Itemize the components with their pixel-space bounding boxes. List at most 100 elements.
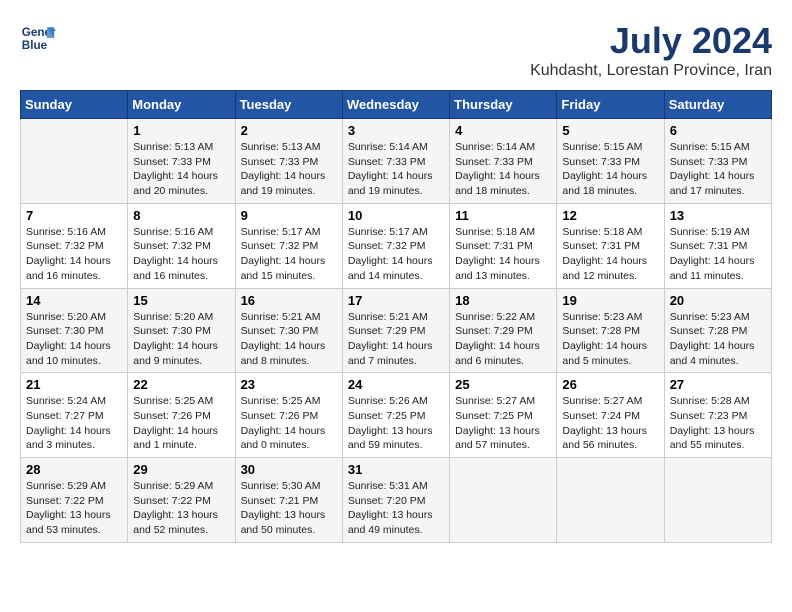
week-row-1: 1 Sunrise: 5:13 AM Sunset: 7:33 PM Daylig… bbox=[21, 119, 772, 204]
day-number: 28 bbox=[26, 462, 122, 477]
day-info: Sunrise: 5:25 AM Sunset: 7:26 PM Dayligh… bbox=[241, 394, 337, 453]
calendar-cell: 4 Sunrise: 5:14 AM Sunset: 7:33 PM Daylig… bbox=[450, 119, 557, 204]
day-number: 14 bbox=[26, 293, 122, 308]
calendar-cell: 8 Sunrise: 5:16 AM Sunset: 7:32 PM Daylig… bbox=[128, 203, 235, 288]
calendar-cell: 28 Sunrise: 5:29 AM Sunset: 7:22 PM Dayli… bbox=[21, 458, 128, 543]
calendar-cell: 11 Sunrise: 5:18 AM Sunset: 7:31 PM Dayli… bbox=[450, 203, 557, 288]
week-row-5: 28 Sunrise: 5:29 AM Sunset: 7:22 PM Dayli… bbox=[21, 458, 772, 543]
day-info: Sunrise: 5:27 AM Sunset: 7:24 PM Dayligh… bbox=[562, 394, 658, 453]
day-number: 6 bbox=[670, 123, 766, 138]
day-number: 1 bbox=[133, 123, 229, 138]
calendar-cell: 12Sunrise: 5:18 AM Sunset: 7:31 PM Dayli… bbox=[557, 203, 664, 288]
header: General Blue July 2024 Kuhdasht, Loresta… bbox=[20, 20, 772, 80]
day-info: Sunrise: 5:20 AM Sunset: 7:30 PM Dayligh… bbox=[133, 310, 229, 369]
week-row-3: 14 Sunrise: 5:20 AM Sunset: 7:30 PM Dayli… bbox=[21, 288, 772, 373]
calendar-cell: 29 Sunrise: 5:29 AM Sunset: 7:22 PM Dayli… bbox=[128, 458, 235, 543]
day-info: Sunrise: 5:21 AM Sunset: 7:29 PM Dayligh… bbox=[348, 310, 444, 369]
day-number: 23 bbox=[241, 377, 337, 392]
day-info: Sunrise: 5:30 AM Sunset: 7:21 PM Dayligh… bbox=[241, 479, 337, 538]
day-info: Sunrise: 5:28 AM Sunset: 7:23 PM Dayligh… bbox=[670, 394, 766, 453]
day-header-wednesday: Wednesday bbox=[342, 91, 449, 119]
day-info: Sunrise: 5:20 AM Sunset: 7:30 PM Dayligh… bbox=[26, 310, 122, 369]
day-number: 26 bbox=[562, 377, 658, 392]
calendar-cell bbox=[450, 458, 557, 543]
calendar-cell: 1 Sunrise: 5:13 AM Sunset: 7:33 PM Daylig… bbox=[128, 119, 235, 204]
day-header-sunday: Sunday bbox=[21, 91, 128, 119]
calendar-cell: 7 Sunrise: 5:16 AM Sunset: 7:32 PM Daylig… bbox=[21, 203, 128, 288]
day-info: Sunrise: 5:15 AM Sunset: 7:33 PM Dayligh… bbox=[670, 140, 766, 199]
day-header-saturday: Saturday bbox=[664, 91, 771, 119]
day-number: 20 bbox=[670, 293, 766, 308]
day-number: 22 bbox=[133, 377, 229, 392]
calendar-cell: 20 Sunrise: 5:23 AM Sunset: 7:28 PM Dayli… bbox=[664, 288, 771, 373]
subtitle: Kuhdasht, Lorestan Province, Iran bbox=[530, 62, 772, 80]
day-number: 17 bbox=[348, 293, 444, 308]
day-info: Sunrise: 5:23 AM Sunset: 7:28 PM Dayligh… bbox=[670, 310, 766, 369]
day-number: 11 bbox=[455, 208, 551, 223]
calendar-cell bbox=[664, 458, 771, 543]
day-number: 13 bbox=[670, 208, 766, 223]
week-row-2: 7 Sunrise: 5:16 AM Sunset: 7:32 PM Daylig… bbox=[21, 203, 772, 288]
logo: General Blue bbox=[20, 20, 56, 56]
day-info: Sunrise: 5:14 AM Sunset: 7:33 PM Dayligh… bbox=[348, 140, 444, 199]
day-number: 27 bbox=[670, 377, 766, 392]
day-header-monday: Monday bbox=[128, 91, 235, 119]
calendar-cell: 10 Sunrise: 5:17 AM Sunset: 7:32 PM Dayli… bbox=[342, 203, 449, 288]
calendar-cell: 3Sunrise: 5:14 AM Sunset: 7:33 PM Daylig… bbox=[342, 119, 449, 204]
calendar-cell: 5 Sunrise: 5:15 AM Sunset: 7:33 PM Daylig… bbox=[557, 119, 664, 204]
day-info: Sunrise: 5:27 AM Sunset: 7:25 PM Dayligh… bbox=[455, 394, 551, 453]
calendar-cell: 21Sunrise: 5:24 AM Sunset: 7:27 PM Dayli… bbox=[21, 373, 128, 458]
day-info: Sunrise: 5:31 AM Sunset: 7:20 PM Dayligh… bbox=[348, 479, 444, 538]
calendar-table: SundayMondayTuesdayWednesdayThursdayFrid… bbox=[20, 90, 772, 543]
day-number: 10 bbox=[348, 208, 444, 223]
day-number: 2 bbox=[241, 123, 337, 138]
logo-icon: General Blue bbox=[20, 20, 56, 56]
day-number: 5 bbox=[562, 123, 658, 138]
day-number: 29 bbox=[133, 462, 229, 477]
day-info: Sunrise: 5:25 AM Sunset: 7:26 PM Dayligh… bbox=[133, 394, 229, 453]
day-number: 7 bbox=[26, 208, 122, 223]
calendar-cell: 26 Sunrise: 5:27 AM Sunset: 7:24 PM Dayli… bbox=[557, 373, 664, 458]
week-row-4: 21Sunrise: 5:24 AM Sunset: 7:27 PM Dayli… bbox=[21, 373, 772, 458]
calendar-cell: 22 Sunrise: 5:25 AM Sunset: 7:26 PM Dayli… bbox=[128, 373, 235, 458]
day-info: Sunrise: 5:26 AM Sunset: 7:25 PM Dayligh… bbox=[348, 394, 444, 453]
day-header-tuesday: Tuesday bbox=[235, 91, 342, 119]
day-number: 25 bbox=[455, 377, 551, 392]
calendar-cell: 27 Sunrise: 5:28 AM Sunset: 7:23 PM Dayli… bbox=[664, 373, 771, 458]
day-info: Sunrise: 5:17 AM Sunset: 7:32 PM Dayligh… bbox=[241, 225, 337, 284]
day-info: Sunrise: 5:29 AM Sunset: 7:22 PM Dayligh… bbox=[133, 479, 229, 538]
day-info: Sunrise: 5:15 AM Sunset: 7:33 PM Dayligh… bbox=[562, 140, 658, 199]
calendar-cell: 23 Sunrise: 5:25 AM Sunset: 7:26 PM Dayli… bbox=[235, 373, 342, 458]
title-area: July 2024 Kuhdasht, Lorestan Province, I… bbox=[530, 20, 772, 80]
day-info: Sunrise: 5:29 AM Sunset: 7:22 PM Dayligh… bbox=[26, 479, 122, 538]
day-number: 31 bbox=[348, 462, 444, 477]
calendar-cell: 25 Sunrise: 5:27 AM Sunset: 7:25 PM Dayli… bbox=[450, 373, 557, 458]
day-info: Sunrise: 5:19 AM Sunset: 7:31 PM Dayligh… bbox=[670, 225, 766, 284]
day-number: 8 bbox=[133, 208, 229, 223]
day-number: 15 bbox=[133, 293, 229, 308]
day-info: Sunrise: 5:24 AM Sunset: 7:27 PM Dayligh… bbox=[26, 394, 122, 453]
calendar-cell bbox=[21, 119, 128, 204]
day-number: 24 bbox=[348, 377, 444, 392]
calendar-cell: 2 Sunrise: 5:13 AM Sunset: 7:33 PM Daylig… bbox=[235, 119, 342, 204]
day-info: Sunrise: 5:13 AM Sunset: 7:33 PM Dayligh… bbox=[133, 140, 229, 199]
calendar-cell: 17 Sunrise: 5:21 AM Sunset: 7:29 PM Dayli… bbox=[342, 288, 449, 373]
day-number: 30 bbox=[241, 462, 337, 477]
day-info: Sunrise: 5:16 AM Sunset: 7:32 PM Dayligh… bbox=[133, 225, 229, 284]
calendar-cell: 15 Sunrise: 5:20 AM Sunset: 7:30 PM Dayli… bbox=[128, 288, 235, 373]
svg-text:Blue: Blue bbox=[22, 39, 48, 52]
calendar-cell: 13 Sunrise: 5:19 AM Sunset: 7:31 PM Dayli… bbox=[664, 203, 771, 288]
day-info: Sunrise: 5:13 AM Sunset: 7:33 PM Dayligh… bbox=[241, 140, 337, 199]
calendar-cell: 6 Sunrise: 5:15 AM Sunset: 7:33 PM Daylig… bbox=[664, 119, 771, 204]
calendar-cell: 18Sunrise: 5:22 AM Sunset: 7:29 PM Dayli… bbox=[450, 288, 557, 373]
day-info: Sunrise: 5:17 AM Sunset: 7:32 PM Dayligh… bbox=[348, 225, 444, 284]
calendar-cell: 19Sunrise: 5:23 AM Sunset: 7:28 PM Dayli… bbox=[557, 288, 664, 373]
day-number: 4 bbox=[455, 123, 551, 138]
calendar-cell: 24 Sunrise: 5:26 AM Sunset: 7:25 PM Dayli… bbox=[342, 373, 449, 458]
day-number: 12 bbox=[562, 208, 658, 223]
day-info: Sunrise: 5:22 AM Sunset: 7:29 PM Dayligh… bbox=[455, 310, 551, 369]
day-info: Sunrise: 5:18 AM Sunset: 7:31 PM Dayligh… bbox=[455, 225, 551, 284]
day-info: Sunrise: 5:16 AM Sunset: 7:32 PM Dayligh… bbox=[26, 225, 122, 284]
day-info: Sunrise: 5:23 AM Sunset: 7:28 PM Dayligh… bbox=[562, 310, 658, 369]
day-info: Sunrise: 5:14 AM Sunset: 7:33 PM Dayligh… bbox=[455, 140, 551, 199]
